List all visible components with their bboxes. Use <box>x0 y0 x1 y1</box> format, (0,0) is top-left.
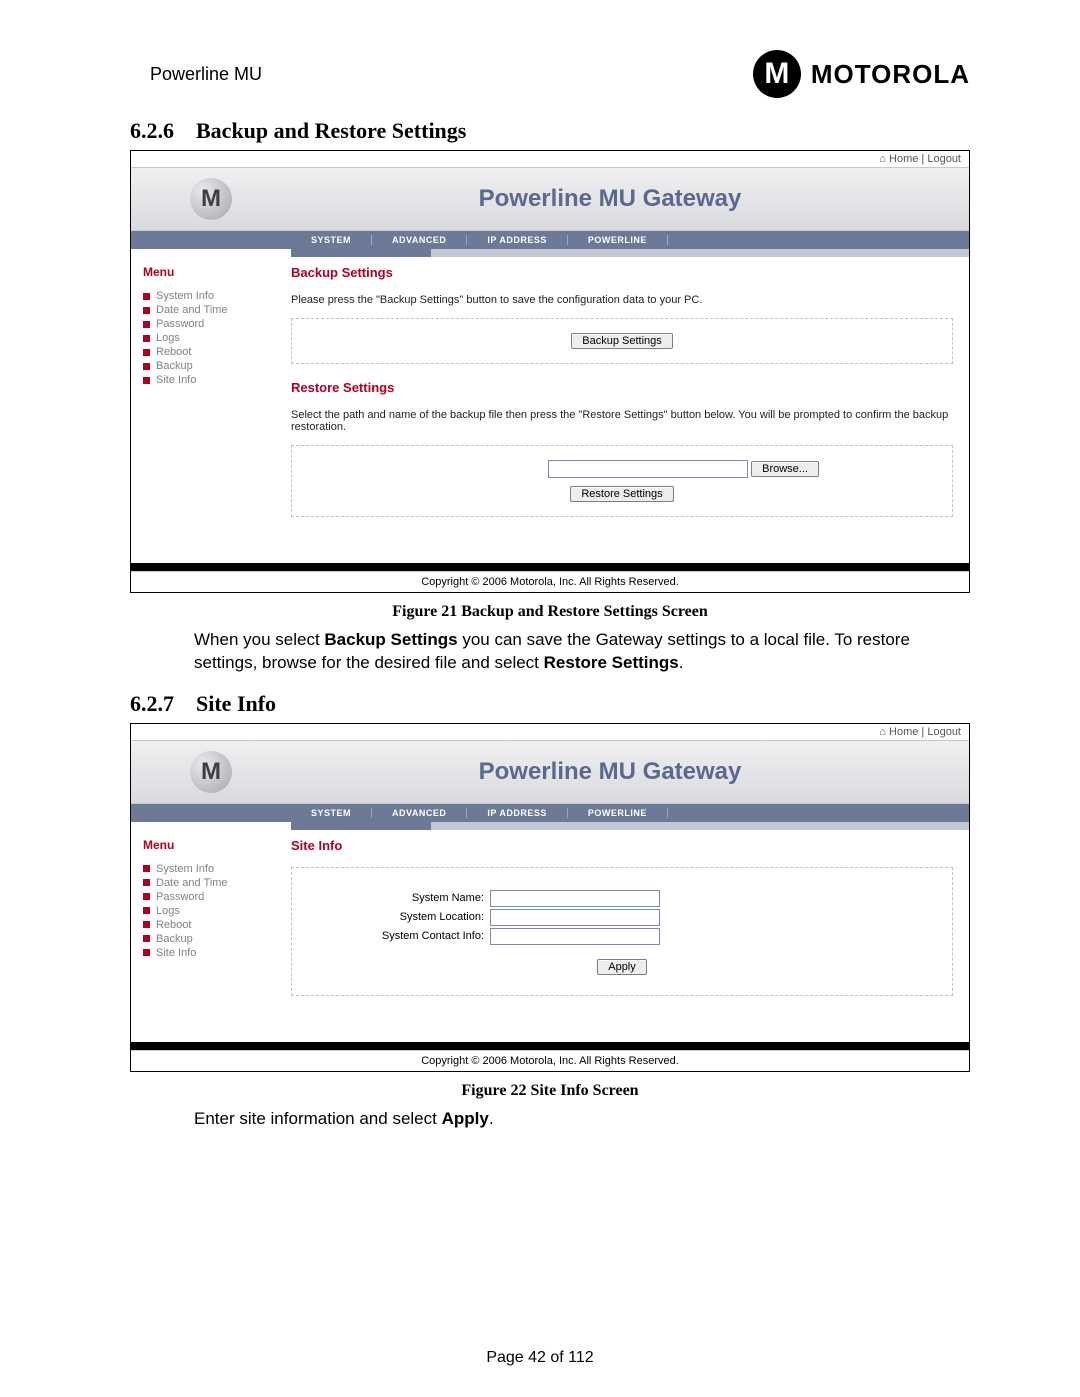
menu-backup[interactable]: Backup <box>143 359 281 373</box>
figure-caption-21: Figure 21 Backup and Restore Settings Sc… <box>130 603 970 621</box>
section-title: Site Info <box>196 691 276 716</box>
menu-backup[interactable]: Backup <box>143 932 281 946</box>
motorola-m-icon: M <box>753 50 801 98</box>
home-link[interactable]: Home <box>889 726 918 738</box>
banner-m-icon: M <box>190 178 232 220</box>
menu-logs[interactable]: Logs <box>143 904 281 918</box>
nav-ip-address[interactable]: IP ADDRESS <box>467 235 568 245</box>
screenshot-site-info: ⌂ Home | Logout M Powerline MU Gateway S… <box>130 723 970 1072</box>
menu-date-and-time[interactable]: Date and Time <box>143 876 281 890</box>
logout-link[interactable]: Logout <box>927 153 961 165</box>
menu-password[interactable]: Password <box>143 890 281 904</box>
copyright: Copyright © 2006 Motorola, Inc. All Righ… <box>131 1050 969 1071</box>
banner-m-icon: M <box>190 751 232 793</box>
menu-heading: Menu <box>143 838 281 852</box>
menu-site-info[interactable]: Site Info <box>143 373 281 387</box>
doc-header-title: Powerline MU <box>130 64 262 85</box>
backup-description: Please press the "Backup Settings" butto… <box>291 294 953 306</box>
nav-advanced[interactable]: ADVANCED <box>372 808 467 818</box>
menu-site-info[interactable]: Site Info <box>143 946 281 960</box>
motorola-logo: M MOTOROLA <box>753 50 970 98</box>
nav-ip-address[interactable]: IP ADDRESS <box>467 808 568 818</box>
copyright: Copyright © 2006 Motorola, Inc. All Righ… <box>131 571 969 592</box>
browse-button[interactable]: Browse... <box>751 461 819 477</box>
nav-advanced[interactable]: ADVANCED <box>372 235 467 245</box>
section-body-1: When you select Backup Settings you can … <box>194 629 970 675</box>
menu-date-and-time[interactable]: Date and Time <box>143 303 281 317</box>
nav-system[interactable]: SYSTEM <box>291 235 372 245</box>
panel-title-site-info: Site Info <box>291 838 953 853</box>
logout-link[interactable]: Logout <box>927 726 961 738</box>
backup-settings-button[interactable]: Backup Settings <box>571 333 673 349</box>
home-icon: ⌂ <box>879 726 886 738</box>
menu-password[interactable]: Password <box>143 317 281 331</box>
main-nav: SYSTEM ADVANCED IP ADDRESS POWERLINE <box>131 804 969 822</box>
topbar: ⌂ Home | Logout <box>131 724 969 740</box>
menu-system-info[interactable]: System Info <box>143 862 281 876</box>
section-number: 6.2.6 <box>130 118 174 143</box>
restore-description: Select the path and name of the backup f… <box>291 409 953 433</box>
banner-title: Powerline MU Gateway <box>291 185 969 213</box>
system-name-input[interactable] <box>490 890 660 907</box>
panel-title-backup: Backup Settings <box>291 265 953 280</box>
page-number: Page 42 of 112 <box>0 1349 1080 1367</box>
label-system-name: System Name: <box>304 892 490 904</box>
menu-logs[interactable]: Logs <box>143 331 281 345</box>
topbar: ⌂ Home | Logout <box>131 151 969 167</box>
nav-powerline[interactable]: POWERLINE <box>568 235 668 245</box>
nav-powerline[interactable]: POWERLINE <box>568 808 668 818</box>
menu-heading: Menu <box>143 265 281 279</box>
system-contact-input[interactable] <box>490 928 660 945</box>
nav-system[interactable]: SYSTEM <box>291 808 372 818</box>
panel-title-restore: Restore Settings <box>291 380 953 395</box>
banner-title: Powerline MU Gateway <box>291 758 969 786</box>
figure-caption-22: Figure 22 Site Info Screen <box>130 1082 970 1100</box>
motorola-wordmark: MOTOROLA <box>811 59 970 90</box>
screenshot-backup-restore: ⌂ Home | Logout M Powerline MU Gateway S… <box>130 150 970 593</box>
section-number: 6.2.7 <box>130 691 174 716</box>
system-location-input[interactable] <box>490 909 660 926</box>
section-body-2: Enter site information and select Apply. <box>194 1108 970 1131</box>
home-link[interactable]: Home <box>889 153 918 165</box>
menu-reboot[interactable]: Reboot <box>143 345 281 359</box>
home-icon: ⌂ <box>879 153 886 165</box>
section-title: Backup and Restore Settings <box>196 118 466 143</box>
label-system-contact: System Contact Info: <box>304 930 490 942</box>
main-nav: SYSTEM ADVANCED IP ADDRESS POWERLINE <box>131 231 969 249</box>
restore-settings-button[interactable]: Restore Settings <box>570 486 673 502</box>
menu-reboot[interactable]: Reboot <box>143 918 281 932</box>
apply-button[interactable]: Apply <box>597 959 647 975</box>
restore-file-input[interactable] <box>548 460 748 478</box>
menu-system-info[interactable]: System Info <box>143 289 281 303</box>
label-system-location: System Location: <box>304 911 490 923</box>
